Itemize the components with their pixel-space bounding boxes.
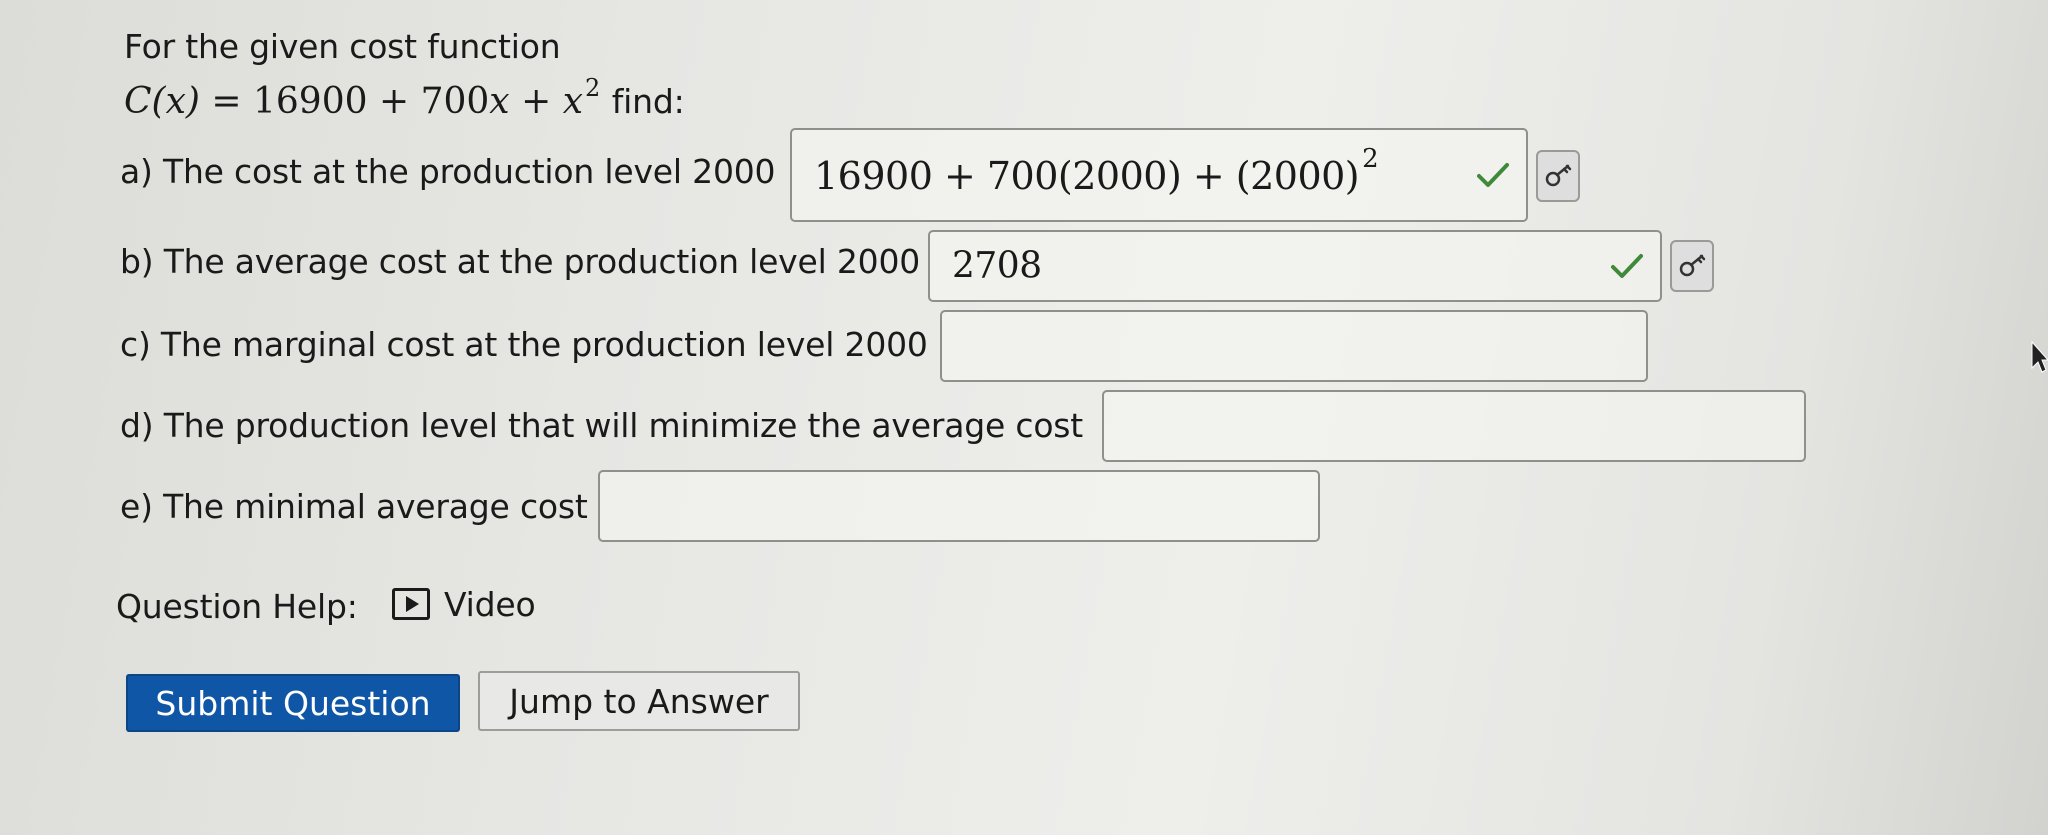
part-a-answer-field[interactable]: 16900 + 700(2000) + (2000) 2	[790, 128, 1528, 222]
play-video-icon[interactable]	[392, 588, 430, 620]
submit-question-button[interactable]: Submit Question	[126, 674, 460, 732]
check-icon	[1477, 163, 1509, 187]
question-help-label: Question Help:	[116, 587, 358, 626]
part-e-label: e) The minimal average cost	[120, 487, 588, 526]
part-b-answer: 2708	[952, 245, 1042, 287]
function-plus: +	[521, 81, 552, 122]
check-icon	[1611, 254, 1643, 278]
part-d-label: d) The production level that will minimi…	[120, 406, 1084, 445]
function-var: x	[489, 81, 510, 122]
part-a-label: a) The cost at the production level 2000	[120, 152, 776, 191]
key-icon[interactable]	[1670, 240, 1714, 292]
jump-to-answer-button[interactable]: Jump to Answer	[478, 671, 800, 731]
part-a-answer: 16900 + 700(2000) + (2000) 2	[814, 144, 1379, 198]
function-suffix: find:	[611, 82, 685, 121]
part-b-label: b) The average cost at the production le…	[120, 242, 921, 281]
cost-function: C(x) = 16900 + 700x + x2 find:	[124, 76, 685, 122]
mouse-cursor-icon	[2031, 340, 2048, 373]
function-var-squared: x	[562, 81, 583, 122]
part-e-answer-field[interactable]	[598, 470, 1320, 542]
function-rhs: = 16900 + 700	[211, 81, 490, 122]
part-c-answer-field[interactable]	[940, 310, 1648, 382]
video-link[interactable]: Video	[444, 588, 536, 621]
part-d-answer-field[interactable]	[1102, 390, 1806, 462]
part-b-answer-field[interactable]: 2708	[928, 230, 1662, 302]
part-c-label: c) The marginal cost at the production l…	[120, 325, 928, 364]
function-exponent: 2	[585, 74, 601, 102]
function-lhs: C(x)	[124, 81, 200, 122]
question-intro: For the given cost function	[124, 27, 561, 66]
key-icon[interactable]	[1536, 150, 1580, 202]
